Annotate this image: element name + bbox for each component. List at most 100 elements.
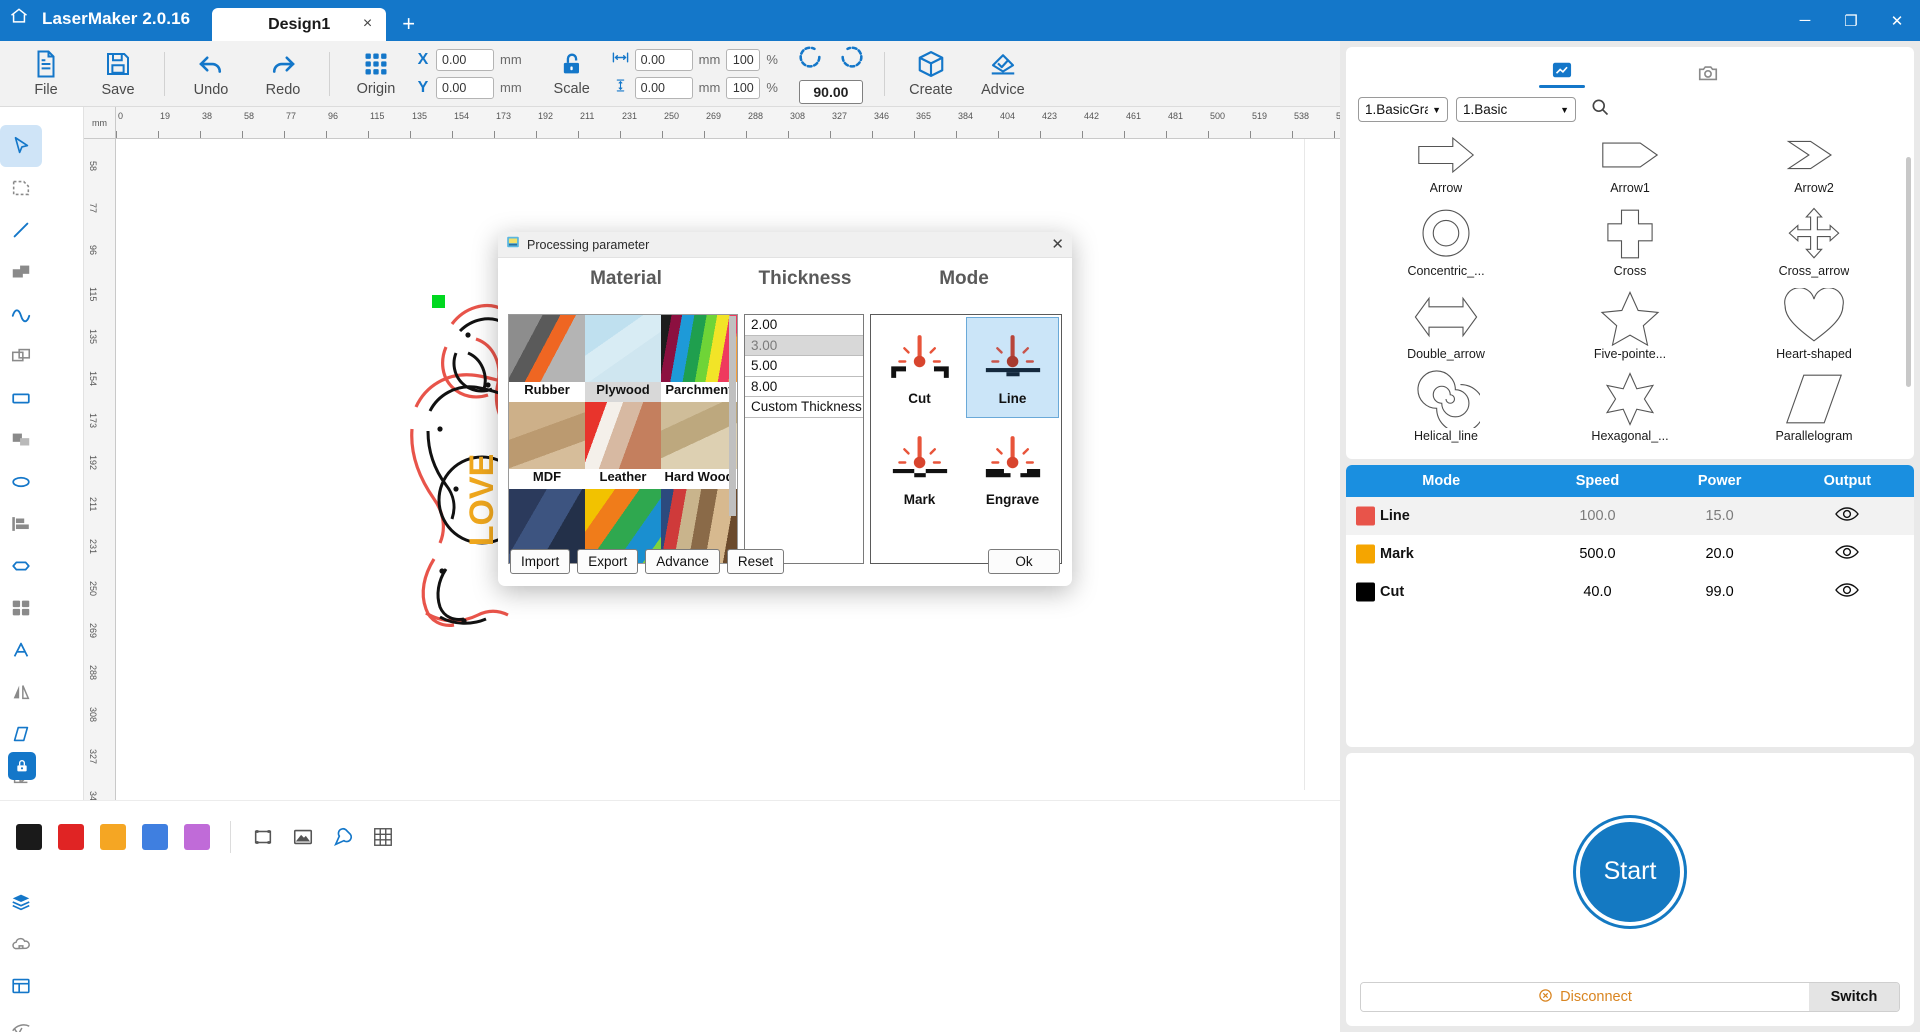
cloud-icon[interactable]: [0, 923, 42, 965]
mode-option-cut[interactable]: Cut: [873, 317, 966, 418]
grid-icon[interactable]: [363, 817, 403, 857]
shape-item-cross-arrow[interactable]: Cross_arrow: [1722, 205, 1906, 288]
shape-item-arrow1[interactable]: Arrow1: [1538, 130, 1722, 205]
select-icon[interactable]: [0, 125, 42, 167]
camera-tab[interactable]: [1695, 62, 1721, 84]
shape-item-concentric-circle[interactable]: Concentric_...: [1354, 205, 1538, 288]
shape-item-arrow[interactable]: Arrow: [1354, 130, 1538, 205]
export-button[interactable]: Export: [577, 549, 639, 574]
dialog-close-icon[interactable]: ✕: [1051, 237, 1064, 252]
thickness-item[interactable]: 8.00: [745, 377, 863, 397]
table-row[interactable]: Mark 500.0 20.0: [1346, 535, 1914, 573]
grid-arrange-icon[interactable]: [0, 587, 42, 629]
width-input[interactable]: 0.00: [634, 48, 693, 71]
lock-button[interactable]: [8, 752, 36, 780]
thickness-item[interactable]: 5.00: [745, 356, 863, 377]
save-button[interactable]: Save: [82, 43, 154, 105]
switch-button[interactable]: Switch: [1809, 983, 1899, 1011]
maximize-icon[interactable]: ❐: [1828, 0, 1874, 41]
shape-item-helical-line[interactable]: Helical_line: [1354, 370, 1538, 453]
y-input[interactable]: 0.00: [436, 76, 494, 99]
layers-icon[interactable]: [0, 881, 42, 923]
search-icon[interactable]: [1590, 97, 1610, 122]
shapes-tab[interactable]: [1539, 59, 1585, 88]
horizontal-ruler[interactable]: 0 19 38 58 77 96 115 135 154 173 192 211 231 250 269 28…: [116, 107, 1340, 139]
table-row[interactable]: Cut 40.0 99.0: [1346, 573, 1914, 611]
union-icon[interactable]: [0, 251, 42, 293]
preview-icon[interactable]: [283, 817, 323, 857]
redo-button[interactable]: Redo: [247, 43, 319, 105]
shape-item-five-pointed-star[interactable]: Five-pointe...: [1538, 288, 1722, 371]
shape-item-arrow2[interactable]: Arrow2: [1722, 130, 1906, 205]
subtract-icon[interactable]: [0, 419, 42, 461]
table-row[interactable]: Line 100.0 15.0: [1346, 497, 1914, 535]
start-button[interactable]: Start: [1576, 817, 1684, 926]
close-window-icon[interactable]: ✕: [1874, 0, 1920, 41]
library-scrollbar[interactable]: [1906, 157, 1911, 387]
row-output[interactable]: [1780, 497, 1914, 535]
disconnect-button[interactable]: Disconnect: [1361, 983, 1809, 1011]
path-text-icon[interactable]: [0, 1007, 42, 1032]
layer-color-chip[interactable]: [1356, 582, 1375, 602]
shape-item-parallelogram[interactable]: Parallelogram: [1722, 370, 1906, 453]
text-icon[interactable]: [0, 629, 42, 671]
row-output[interactable]: [1781, 535, 1914, 573]
material-item-leather[interactable]: Leather: [585, 402, 661, 489]
wand-icon[interactable]: [323, 817, 363, 857]
material-item-hard-wood[interactable]: Hard Wood: [661, 402, 737, 489]
line-icon[interactable]: [0, 209, 42, 251]
rotation-angle-input[interactable]: 90.00: [798, 80, 863, 104]
document-tab-design1[interactable]: Design1 ×: [212, 8, 387, 41]
mode-option-line[interactable]: Line: [966, 317, 1059, 418]
advance-button[interactable]: Advance: [645, 549, 720, 574]
color-swatch-blue[interactable]: [142, 823, 168, 850]
row-output[interactable]: [1781, 573, 1914, 611]
import-button[interactable]: Import: [510, 549, 571, 574]
thickness-item[interactable]: Custom Thickness: [745, 397, 863, 418]
material-item-parchment[interactable]: Parchment: [661, 315, 737, 402]
polygon-icon[interactable]: [0, 545, 42, 587]
duplicate-icon[interactable]: [0, 335, 42, 377]
shape-item-cross[interactable]: Cross: [1538, 205, 1722, 288]
rotate-left-icon[interactable]: [796, 43, 824, 76]
material-item-mdf[interactable]: MDF: [509, 402, 585, 489]
align-icon[interactable]: [0, 503, 42, 545]
layer-color-chip[interactable]: [1356, 544, 1375, 564]
ok-button[interactable]: Ok: [988, 549, 1060, 574]
minimize-icon[interactable]: ─: [1782, 0, 1828, 41]
thickness-list[interactable]: 2.00 3.00 5.00 8.00 Custom Thickness: [744, 314, 864, 564]
shape-edit-icon[interactable]: [0, 713, 42, 755]
rectangle-icon[interactable]: [0, 377, 42, 419]
mirror-icon[interactable]: [0, 671, 42, 713]
shape-subgroup-select[interactable]: 1.Basic ▼: [1456, 97, 1576, 122]
scale-lock-button[interactable]: Scale: [536, 43, 608, 105]
rotate-right-icon[interactable]: [838, 43, 866, 76]
mode-option-engrave[interactable]: Engrave: [966, 418, 1059, 519]
shape-item-heart[interactable]: Heart-shaped: [1722, 287, 1906, 371]
x-input[interactable]: 0.00: [436, 48, 494, 71]
layout-icon[interactable]: [0, 965, 42, 1007]
shape-item-hexagonal-star[interactable]: Hexagonal_...: [1538, 370, 1722, 453]
origin-button[interactable]: Origin: [340, 43, 412, 105]
advice-button[interactable]: Advice: [967, 43, 1039, 105]
reset-button[interactable]: Reset: [726, 549, 785, 574]
material-list[interactable]: Rubber Plywood Parchment MDF Leather Hard Woo…: [508, 314, 738, 564]
new-tab-button[interactable]: +: [386, 13, 431, 41]
color-swatch-purple[interactable]: [184, 823, 210, 850]
thickness-item[interactable]: 3.00: [745, 335, 863, 356]
vertical-ruler[interactable]: 58 77 96 115 135 154 173 192 211 231 250 269 288 308 3…: [84, 139, 116, 800]
shape-item-double-arrow[interactable]: Double_arrow: [1354, 288, 1538, 371]
shape-group-select[interactable]: 1.BasicGrap ▼: [1358, 97, 1448, 122]
color-swatch-red[interactable]: [58, 823, 84, 850]
ellipse-icon[interactable]: [0, 461, 42, 503]
frame-icon[interactable]: [243, 817, 283, 857]
material-scrollbar[interactable]: [729, 316, 736, 516]
material-item-plywood[interactable]: Plywood: [585, 315, 661, 402]
create-button[interactable]: Create: [895, 43, 967, 105]
color-swatch-orange[interactable]: [100, 823, 126, 850]
thickness-item[interactable]: 2.00: [745, 315, 863, 336]
mode-option-mark[interactable]: Mark: [873, 418, 966, 519]
undo-button[interactable]: Undo: [175, 43, 247, 105]
layer-color-chip[interactable]: [1356, 506, 1375, 526]
height-percent-input[interactable]: 100: [726, 76, 761, 99]
